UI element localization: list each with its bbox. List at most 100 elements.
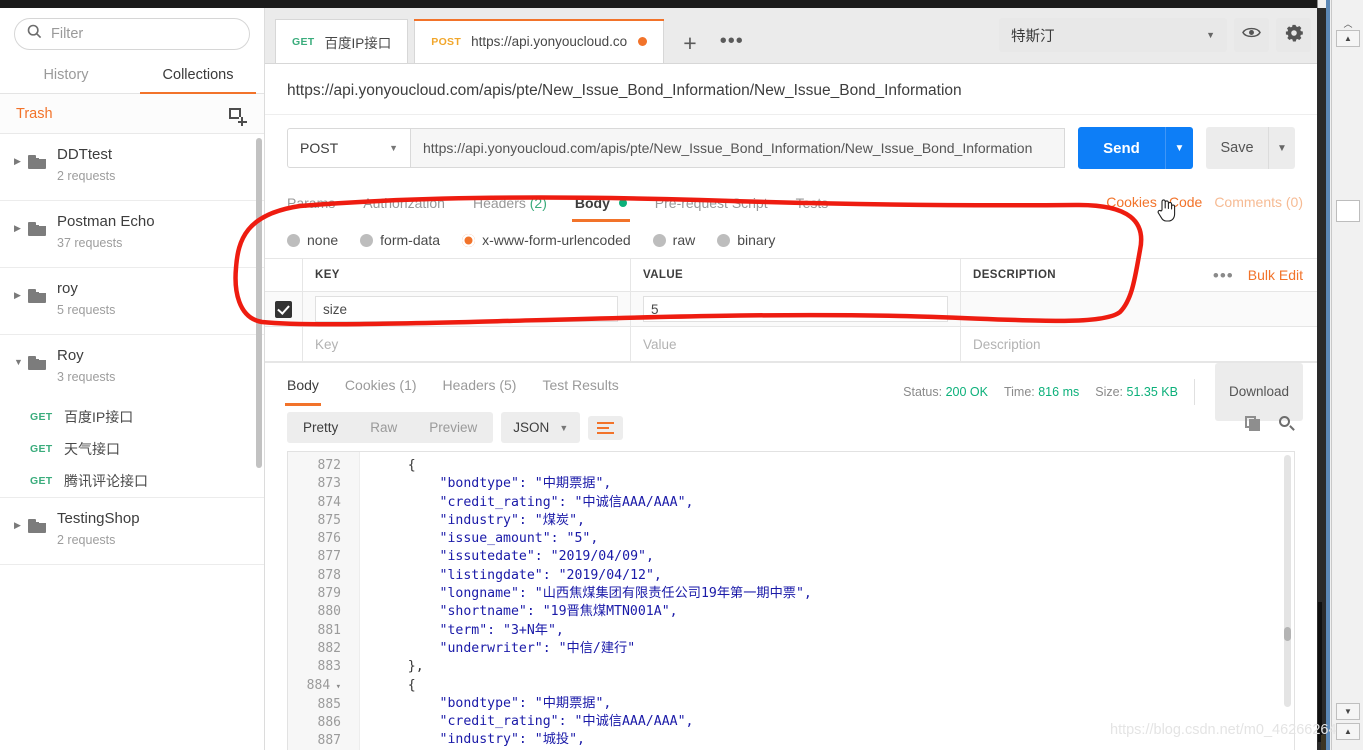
collection-header[interactable]: ▶ roy 5 requests [0, 268, 264, 334]
tab-headers[interactable]: Headers (2) [473, 184, 547, 222]
tab-tests[interactable]: Tests [796, 184, 829, 222]
response-tab-cookies[interactable]: Cookies (1) [345, 364, 417, 406]
code-scrollbar-track[interactable] [1284, 455, 1291, 707]
body-type-binary[interactable]: binary [717, 232, 775, 248]
chevron-down-icon: ▼ [389, 143, 398, 153]
tab-authorization[interactable]: Authorization [363, 184, 445, 222]
new-collection-icon[interactable] [229, 106, 248, 126]
url-input[interactable]: https://api.yonyoucloud.com/apis/pte/New… [411, 128, 1065, 168]
placeholder-description-input[interactable]: Description [973, 337, 1041, 352]
request-tab-baidu[interactable]: GET 百度IP接口 [275, 19, 409, 63]
collection-header[interactable]: ▶ Postman Echo 37 requests [0, 201, 264, 267]
tab-options-button[interactable]: ••• [710, 31, 754, 63]
sidebar-tab-history[interactable]: History [0, 58, 132, 93]
row-value-input[interactable]: 5 [643, 296, 948, 322]
body-type-x-www-form-urlencoded[interactable]: x-www-form-urlencoded [462, 232, 631, 248]
radio-label: raw [672, 232, 696, 248]
row-checkbox[interactable] [275, 300, 292, 318]
body-present-dot-icon [618, 199, 627, 207]
save-options-button[interactable]: ▼ [1268, 127, 1295, 169]
body-type-none[interactable]: none [287, 232, 338, 248]
tab-body[interactable]: Body [571, 184, 630, 222]
cookies-link[interactable]: Cookies [1106, 183, 1157, 221]
response-body-code[interactable]: 872 873 874 875 876 877 878 879 880 881 … [287, 451, 1295, 750]
browser-scrollbar[interactable]: ︿ ▲ ▼ ▲ [1331, 0, 1363, 750]
collection-header[interactable]: ▶ TestingShop 2 requests [0, 498, 264, 564]
save-button[interactable]: Save [1206, 127, 1268, 169]
body-type-raw[interactable]: raw [652, 232, 696, 248]
request-name: 百度IP接口 [64, 409, 134, 425]
collection-header[interactable]: ▼ Roy 3 requests [0, 335, 264, 401]
collection-name: roy [57, 280, 78, 297]
chevron-right-icon[interactable]: ▶ [14, 224, 26, 233]
sidebar-scrollbar[interactable] [256, 138, 262, 468]
view-mode-raw[interactable]: Raw [354, 412, 413, 443]
trash-row[interactable]: Trash [0, 94, 264, 134]
request-links: Cookies Code Comments (0) [1106, 183, 1303, 221]
collection-roy-upper: ▼ Roy 3 requests GET 百度IP接口 GET 天气接口 GET… [0, 335, 264, 498]
body-params-table: KEY VALUE DESCRIPTION ••• Bulk Edit size… [265, 259, 1317, 362]
format-value: JSON [513, 420, 550, 435]
collection-header[interactable]: ▶ DDTtest 2 requests [0, 134, 264, 200]
response-tools [1245, 416, 1295, 432]
table-options-button[interactable]: ••• [1213, 267, 1234, 284]
tab-params[interactable]: Params [287, 184, 335, 222]
bulk-edit-link[interactable]: Bulk Edit [1248, 267, 1303, 283]
line-number: 882 [317, 640, 341, 656]
send-button[interactable]: Send [1078, 127, 1165, 169]
copy-icon[interactable] [1245, 416, 1261, 432]
collection-testingshop: ▶ TestingShop 2 requests [0, 498, 264, 565]
chevron-right-icon[interactable]: ▶ [14, 521, 26, 530]
send-options-button[interactable]: ▼ [1165, 127, 1193, 169]
window-edge-highlight [1326, 0, 1330, 750]
placeholder-key-input[interactable]: Key [315, 337, 338, 352]
response-tab-body[interactable]: Body [285, 364, 321, 406]
format-selector[interactable]: JSON ▼ [501, 412, 581, 443]
settings-button[interactable] [1276, 18, 1311, 52]
chevron-down-icon[interactable]: ▼ [14, 358, 26, 367]
scrollbar-thumb[interactable] [1336, 200, 1360, 222]
scroll-up-button[interactable]: ▲ [1336, 30, 1360, 47]
trash-label: Trash [16, 105, 53, 122]
chevron-right-icon[interactable]: ▶ [14, 157, 26, 166]
method-selector[interactable]: POST ▼ [287, 128, 411, 168]
column-header-value: VALUE [643, 269, 684, 281]
environment-quick-look-button[interactable] [1234, 18, 1269, 52]
row-key-input[interactable]: size [315, 296, 618, 322]
placeholder-value-input[interactable]: Value [643, 337, 677, 352]
scroll-down-button[interactable]: ▼ [1336, 703, 1360, 720]
request-item[interactable]: GET 腾讯评论接口 [0, 465, 264, 497]
word-wrap-icon[interactable] [588, 415, 624, 440]
response-tab-test-results[interactable]: Test Results [542, 364, 618, 406]
body-type-form-data[interactable]: form-data [360, 232, 440, 248]
line-number: 881 [317, 622, 341, 638]
request-item[interactable]: GET 天气接口 [0, 433, 264, 465]
sidebar-tab-collections[interactable]: Collections [132, 58, 264, 94]
line-number: 877 [317, 549, 341, 565]
filter-input[interactable]: Filter [14, 18, 250, 50]
request-tab-bar: GET 百度IP接口 POST https://api.yonyoucloud.… [265, 8, 1317, 64]
line-number: 883 [317, 659, 341, 675]
comments-link[interactable]: Comments (0) [1214, 183, 1303, 221]
eye-icon [1242, 26, 1261, 44]
tab-method: GET [292, 35, 315, 48]
request-tab-yonyou[interactable]: POST https://api.yonyoucloud.com/ap [414, 19, 665, 63]
scroll-end-button[interactable]: ▲ [1336, 723, 1360, 740]
request-name: 腾讯评论接口 [64, 473, 148, 489]
response-tab-headers[interactable]: Headers (5) [443, 364, 517, 406]
code-scrollbar-thumb[interactable] [1284, 627, 1291, 641]
search-icon[interactable] [1279, 416, 1295, 432]
folder-icon [28, 155, 46, 169]
chevron-right-icon[interactable]: ▶ [14, 291, 26, 300]
view-mode-pretty[interactable]: Pretty [287, 412, 355, 443]
code-line: "term": "3+N年", [376, 622, 564, 638]
environment-selector[interactable]: 特斯汀 ▼ [999, 18, 1227, 52]
line-number: 887 [317, 733, 341, 749]
tab-pre-request-script[interactable]: Pre-request Script [655, 184, 768, 222]
line-number-folded[interactable]: 884 ▾ [288, 677, 359, 696]
request-item[interactable]: GET 百度IP接口 [0, 401, 264, 433]
new-tab-button[interactable]: + [670, 32, 709, 63]
view-mode-preview[interactable]: Preview [413, 412, 493, 443]
code-content[interactable]: { "bondtype": "中期票据", "credit_rating": "… [360, 452, 1294, 750]
method-value: POST [300, 140, 339, 156]
